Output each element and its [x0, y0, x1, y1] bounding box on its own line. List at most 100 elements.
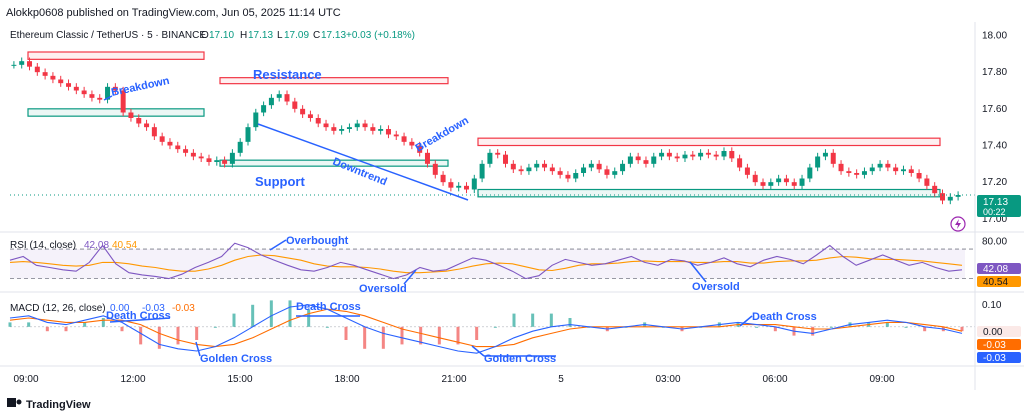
candle-body	[370, 127, 376, 131]
macd-histogram-bar	[120, 326, 124, 332]
candle-body	[698, 152, 704, 157]
time-tick-label: 18:00	[334, 374, 359, 385]
macd-histogram-bar	[568, 318, 572, 327]
candle-body	[89, 94, 95, 98]
candle-body	[190, 152, 196, 157]
candle-body	[385, 129, 391, 135]
macd-histogram-bar	[288, 300, 292, 327]
candle-body	[378, 129, 384, 131]
price-tick-label: 17.20	[982, 177, 1007, 188]
candle-body	[237, 141, 243, 153]
candle-body	[854, 173, 860, 175]
candle-body	[939, 193, 945, 201]
golden-cross-label: Golden Cross	[484, 353, 556, 365]
candle-body	[245, 127, 251, 142]
candle-body	[799, 178, 805, 186]
candle-body	[73, 86, 79, 91]
price-tick-label: 17.60	[982, 104, 1007, 115]
macd-histogram-bar	[475, 326, 479, 340]
candle-body	[620, 163, 626, 172]
candle-body	[737, 158, 743, 168]
symbol-name[interactable]: Ethereum Classic / TetherUS · 5 · BINANC…	[10, 30, 206, 41]
candle-body	[167, 141, 173, 146]
macd-histogram-bar	[437, 326, 441, 345]
macd-histogram-bar	[269, 300, 273, 327]
candle-body	[487, 152, 493, 164]
candle-body	[635, 156, 641, 161]
time-tick-label: 06:00	[762, 374, 787, 385]
candle-body	[339, 129, 345, 131]
candle-body	[198, 156, 204, 159]
candle-body	[885, 163, 891, 168]
candle-body	[58, 79, 64, 84]
candle-body	[284, 94, 290, 102]
candle-body	[253, 112, 259, 128]
candle-body	[503, 154, 509, 164]
macd-histogram-bar	[139, 326, 143, 345]
candle-body	[81, 90, 87, 95]
macd-histogram-bar	[45, 326, 49, 332]
candle-body	[573, 173, 579, 179]
macd-histogram-bar	[176, 326, 180, 345]
macd-badge-2: -0.03	[983, 340, 1006, 351]
death-cross-label: Death Cross	[296, 301, 361, 313]
candle-body	[307, 114, 313, 118]
candle-body	[721, 151, 727, 157]
candle-body	[151, 127, 157, 137]
candle-body	[354, 123, 360, 128]
candle-body	[846, 171, 852, 173]
rsi-badges: 42.08 40.54	[977, 263, 1021, 288]
macd-histogram-bar	[232, 313, 236, 327]
rsi-tick-label: 80.00	[982, 237, 1007, 248]
candle-body	[565, 174, 571, 179]
candle-body	[456, 185, 462, 188]
candle-body	[588, 163, 594, 168]
support-zone	[477, 188, 941, 198]
rsi-pane[interactable]: 80.00	[9, 237, 1007, 280]
lightning-alert-icon[interactable]	[950, 216, 966, 232]
candle-body	[776, 178, 782, 183]
candle-body	[690, 154, 696, 157]
macd-histogram-bar	[381, 326, 385, 349]
macd-value-2: -0.03	[142, 303, 165, 314]
candle-body	[268, 97, 274, 106]
macd-title[interactable]: MACD (12, 26, close)	[10, 303, 106, 314]
ohlc-legend: O 17.10 H 17.13 L 17.09 C 17.13 +0.03 (+…	[201, 30, 415, 41]
candle-body	[651, 156, 657, 164]
candle-body	[42, 72, 48, 76]
candle-body	[542, 163, 548, 168]
macd-histogram-bar	[829, 326, 833, 328]
candle-body	[229, 152, 235, 164]
candle-body	[729, 151, 735, 159]
candle-body	[830, 152, 836, 164]
time-tick-label: 5	[558, 374, 564, 385]
price-tick-label: 17.80	[982, 67, 1007, 78]
candle-body	[557, 171, 563, 175]
annotations: Resistance Support Breakdown Breakdown D…	[106, 67, 817, 365]
candle-body	[276, 94, 282, 98]
candle-body	[947, 196, 953, 201]
candle-body	[440, 174, 446, 183]
candle-body	[331, 127, 337, 131]
macd-histogram-bar	[755, 326, 759, 328]
candle-body	[144, 123, 150, 128]
macd-badge-1: 0.00	[983, 327, 1003, 338]
candle-body	[510, 163, 516, 170]
candle-body	[549, 167, 555, 172]
candle-body	[34, 66, 40, 73]
candle-body	[744, 167, 750, 175]
time-axis[interactable]: 09:00 12:00 15:00 18:00 21:00 5 03:00 06:00 09:0…	[13, 374, 894, 385]
rsi-title[interactable]: RSI (14, close)	[10, 240, 76, 251]
candle-body	[300, 108, 306, 115]
candle-body	[401, 136, 407, 142]
candle-body	[815, 156, 821, 168]
candle-body	[292, 101, 298, 109]
candle-body	[674, 156, 680, 159]
macd-histogram-bar	[8, 322, 12, 327]
price-tick-label: 17.40	[982, 141, 1007, 152]
candle-body	[908, 169, 914, 173]
time-tick-label: 03:00	[655, 374, 680, 385]
price-pane[interactable]: 17.0017.2017.4017.6017.8018.00	[10, 31, 1007, 225]
oversold-label: Oversold	[359, 283, 407, 295]
candle-body	[424, 152, 430, 164]
